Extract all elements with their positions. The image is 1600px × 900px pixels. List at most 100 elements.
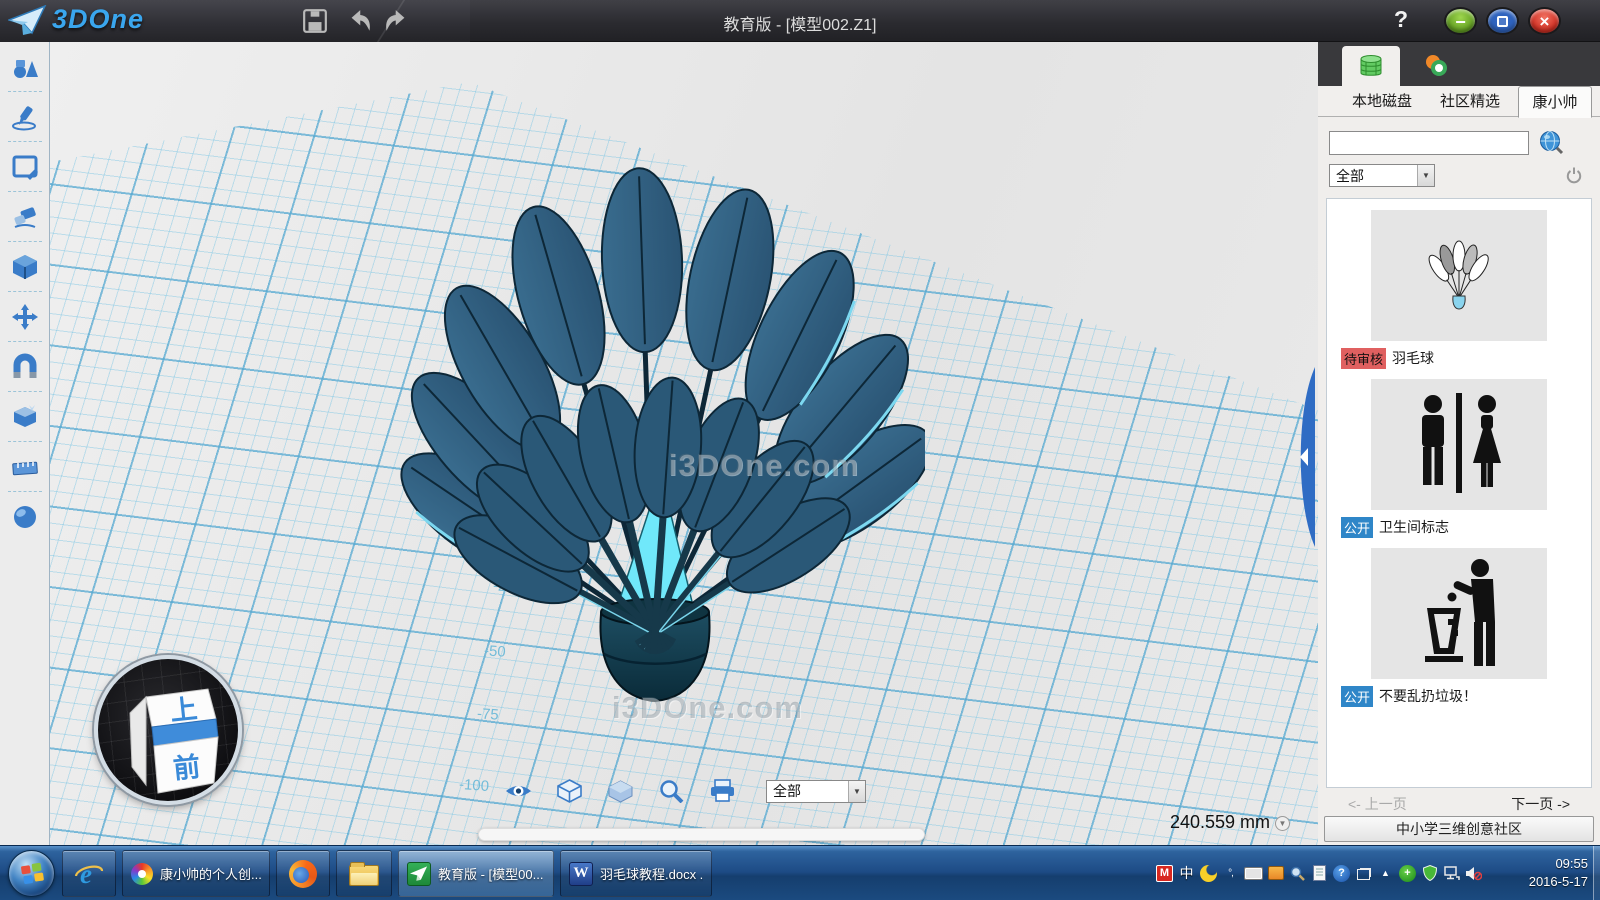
tab-local-disk[interactable]: 本地磁盘 [1342, 86, 1422, 117]
horizontal-scrollbar[interactable] [478, 828, 925, 841]
taskbar-clock[interactable]: 09:55 2016-5-17 [1529, 855, 1588, 891]
tab-local-library[interactable] [1342, 46, 1400, 86]
start-button[interactable] [8, 850, 55, 897]
show-desktop-button[interactable] [1593, 846, 1600, 900]
model-list: 待审核 羽毛球 [1326, 198, 1592, 788]
clock-time: 09:55 [1529, 855, 1588, 873]
file-explorer-button[interactable] [336, 850, 392, 897]
measure-ruler-icon[interactable] [0, 442, 50, 492]
3done-application-window: 3DOne 教育版 - [模型002.Z1] ? − × [0, 0, 1600, 900]
render-sphere-icon[interactable] [0, 492, 50, 542]
help-button[interactable]: ? [1386, 6, 1416, 36]
word-icon: W [569, 862, 593, 886]
toolbox-tray-icon[interactable] [1268, 866, 1284, 880]
search-input[interactable] [1329, 131, 1529, 155]
nav-cube-front-face-label[interactable]: 前 [172, 751, 202, 785]
community-library-panel: 本地磁盘 社区精选 康小帅 全部 ▼ [1318, 42, 1600, 845]
wireframe-cube-icon[interactable] [556, 779, 583, 803]
pattern-cube-icon[interactable] [0, 392, 50, 442]
list-item-restroom-sign[interactable]: 公开 卫生间标志 [1327, 379, 1591, 537]
safeguard-tray-icon[interactable]: + [1399, 865, 1416, 882]
network-tray-icon[interactable] [1443, 865, 1460, 882]
scale-caret-icon[interactable]: ▼ [1275, 816, 1290, 831]
previous-page-link[interactable]: <- 上一页 [1348, 794, 1407, 814]
ime-mode-indicator[interactable]: °, [1222, 865, 1239, 882]
panel-collapse-handle[interactable] [1293, 367, 1315, 547]
category-filter-select[interactable]: 全部 ▼ [1329, 164, 1435, 187]
svg-text:e: e [80, 859, 92, 889]
search-globe-icon[interactable] [1538, 130, 1564, 156]
print-icon[interactable] [709, 779, 736, 803]
chevron-down-icon[interactable]: ▼ [1417, 165, 1434, 186]
grid-label: -100 [458, 776, 489, 795]
nav-cube-top-face-label[interactable]: 上 [169, 694, 199, 727]
list-item-no-littering-sign[interactable]: 公开 不要乱扔垃圾！ [1327, 548, 1591, 706]
magnet-icon[interactable] [0, 342, 50, 392]
search-tray-icon[interactable] [1289, 865, 1306, 882]
status-badge: 公开 [1341, 517, 1373, 538]
help-tray-icon[interactable]: ? [1333, 865, 1350, 882]
close-button[interactable]: × [1528, 7, 1561, 35]
eye-icon[interactable] [505, 779, 532, 803]
tab-community-site[interactable] [1416, 50, 1456, 82]
word-document-button[interactable]: W 羽毛球教程.docx ... [560, 850, 712, 897]
restroom-sign-thumbnail[interactable] [1371, 379, 1547, 510]
scale-readout: 240.559 mm▼ [1070, 812, 1290, 833]
3done-task-button[interactable]: 教育版 - [模型00... [398, 850, 554, 897]
moon-ime-icon[interactable] [1200, 865, 1217, 882]
show-hidden-icons-chevron[interactable]: ▲ [1377, 865, 1394, 882]
3d-viewport[interactable]: -25 -50 -75 -100 [50, 42, 1318, 845]
ime-language-indicator[interactable]: 中 [1178, 865, 1195, 882]
security-shield-icon[interactable] [1421, 865, 1438, 882]
i3done-logo-icon [1422, 52, 1450, 80]
item-caption: 待审核 羽毛球 [1327, 348, 1591, 368]
viewport-toolbar: 全部 ▼ [505, 779, 866, 803]
panel-tab-strip [1318, 42, 1600, 86]
item-caption: 公开 卫生间标志 [1327, 517, 1591, 537]
primitive-shapes-icon[interactable] [0, 42, 50, 92]
tab-community-featured[interactable]: 社区精选 [1430, 86, 1510, 117]
zoom-magnifier-icon[interactable] [658, 779, 685, 803]
left-tool-palette [0, 42, 50, 845]
database-icon [1357, 52, 1385, 80]
restore-windows-tray-icon[interactable] [1355, 865, 1372, 882]
watermark: i3DOne.com [612, 690, 803, 726]
chevron-down-icon[interactable]: ▼ [848, 781, 865, 802]
window-title: 教育版 - [模型002.Z1] [0, 11, 1600, 35]
eraser-icon[interactable] [0, 192, 50, 242]
volume-muted-icon[interactable] [1465, 865, 1482, 882]
document-tray-icon[interactable] [1311, 865, 1328, 882]
status-badge: 待审核 [1341, 348, 1386, 369]
browser-window-button[interactable]: 康小帅的个人创... [122, 850, 270, 897]
tray-m-app-icon[interactable]: M [1156, 865, 1173, 882]
clock-date: 2016-5-17 [1529, 873, 1588, 891]
maximize-button[interactable] [1486, 7, 1519, 35]
display-filter-value: 全部 [767, 781, 848, 801]
sketch-pen-icon[interactable] [0, 92, 50, 142]
power-icon[interactable] [1566, 166, 1582, 184]
feature-cube-icon[interactable] [0, 242, 50, 292]
minimize-button[interactable]: − [1444, 7, 1477, 35]
move-icon[interactable] [0, 292, 50, 342]
pagination: <- 上一页 下一页 -> [1326, 794, 1592, 814]
list-item-shuttlecock[interactable]: 待审核 羽毛球 [1327, 210, 1591, 368]
internet-explorer-button[interactable]: e [62, 850, 116, 897]
community-site-button[interactable]: 中小学三维创意社区 [1324, 816, 1594, 842]
firefox-button[interactable] [276, 850, 330, 897]
shuttlecock-thumbnail[interactable] [1371, 210, 1547, 341]
task-label: 教育版 - [模型00... [438, 864, 543, 883]
edit-sketch-icon[interactable] [0, 142, 50, 192]
tab-user-kangxiaoshuai[interactable]: 康小帅 [1518, 86, 1592, 118]
no-littering-thumbnail[interactable] [1371, 548, 1547, 679]
display-filter-select[interactable]: 全部 ▼ [766, 780, 866, 803]
windows-logo-icon [18, 860, 45, 887]
3done-app-icon [407, 862, 431, 886]
shuttlecock-model[interactable] [385, 102, 925, 752]
item-name: 羽毛球 [1392, 348, 1434, 368]
task-label: 康小帅的个人创... [160, 864, 261, 883]
view-navigation-cube[interactable]: 上 前 [94, 655, 242, 805]
solid-cube-icon[interactable] [607, 779, 634, 803]
soft-keyboard-icon[interactable] [1244, 867, 1263, 880]
next-page-link[interactable]: 下一页 -> [1511, 794, 1570, 814]
status-badge: 公开 [1341, 686, 1373, 707]
